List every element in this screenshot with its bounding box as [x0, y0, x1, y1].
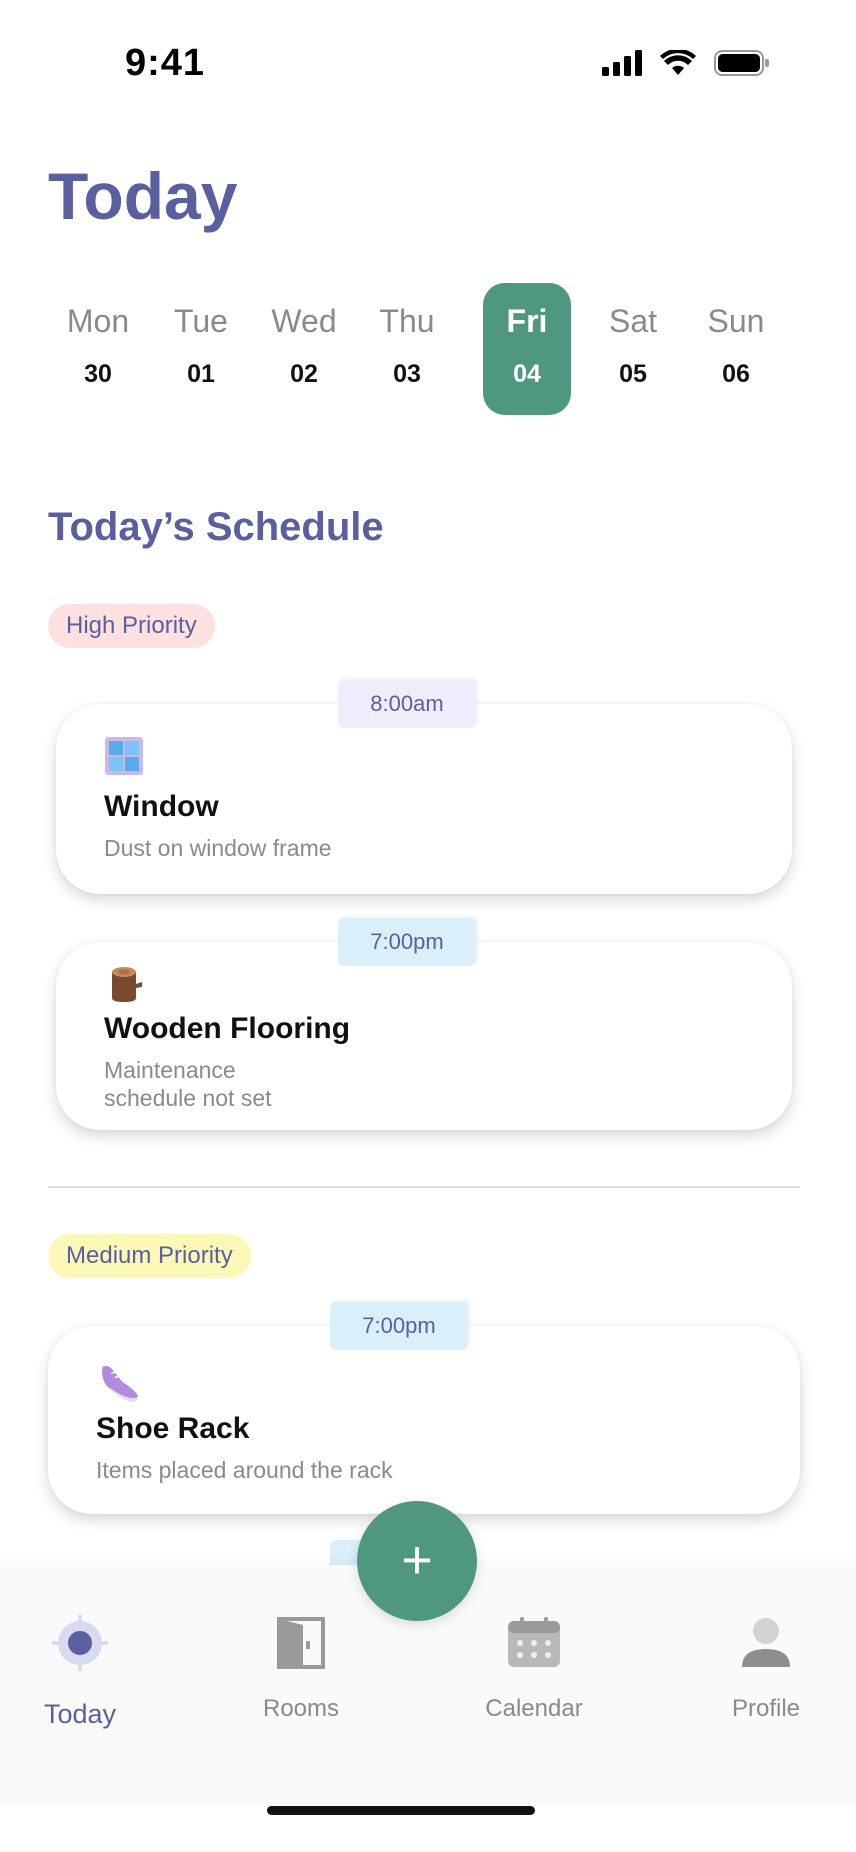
wifi-icon	[660, 50, 696, 75]
day-number: 05	[619, 360, 647, 388]
door-icon	[277, 1617, 325, 1669]
window-icon	[105, 737, 143, 775]
day-number: 03	[393, 360, 421, 388]
task-title: Wooden Flooring	[104, 1012, 351, 1045]
task-subtitle: Maintenance	[104, 1057, 236, 1083]
tab-profile[interactable]: Profile	[686, 1565, 846, 1765]
day-name: Wed	[271, 303, 337, 339]
day-mon[interactable]: Mon 30	[54, 283, 142, 415]
day-number: 06	[722, 360, 750, 388]
task-time-tag: 7:00pm	[338, 918, 476, 966]
cellular-signal-icon	[602, 50, 642, 76]
task-time-tag: 7:00pm	[330, 1302, 468, 1350]
day-number: 30	[84, 360, 112, 388]
tab-rooms[interactable]: Rooms	[221, 1565, 381, 1765]
task-title: Shoe Rack	[96, 1412, 250, 1445]
calendar-icon	[508, 1617, 560, 1667]
day-name: Thu	[379, 303, 435, 339]
task-time-tag: 8:00am	[338, 680, 476, 728]
high-priority-badge: High Priority	[48, 604, 215, 648]
day-number: 04	[513, 360, 541, 388]
day-fri-selected[interactable]: Fri 04	[483, 283, 571, 415]
task-card-shoe-rack[interactable]: Shoe Rack Items placed around the rack	[48, 1326, 800, 1514]
day-wed[interactable]: Wed 02	[260, 283, 348, 415]
add-task-button[interactable]: +	[357, 1501, 477, 1621]
status-time: 9:41	[125, 42, 206, 84]
tab-label: Rooms	[262, 1695, 340, 1722]
home-indicator	[267, 1806, 535, 1815]
person-icon	[742, 1618, 790, 1667]
day-name: Tue	[174, 303, 228, 339]
battery-icon	[714, 50, 769, 76]
day-tue[interactable]: Tue 01	[157, 283, 245, 415]
status-icons	[602, 50, 770, 76]
schedule-title: Today’s Schedule	[48, 505, 384, 549]
tab-label: Profile	[731, 1695, 801, 1722]
tab-calendar[interactable]: Calendar	[454, 1565, 614, 1765]
day-name: Mon	[66, 303, 130, 339]
task-subtitle: Items placed around the rack	[96, 1457, 393, 1483]
medium-priority-badge: Medium Priority	[48, 1234, 251, 1278]
task-card-window[interactable]: Window Dust on window frame	[56, 704, 792, 894]
day-name: Sun	[707, 303, 765, 339]
sneaker-icon	[102, 1366, 138, 1402]
page-title: Today	[48, 159, 238, 233]
day-number: 01	[187, 360, 215, 388]
task-subtitle: Dust on window frame	[104, 835, 332, 861]
log-icon	[112, 967, 142, 1002]
day-name: Sat	[608, 303, 658, 339]
week-strip: Mon 30 Tue 01 Wed 02 Thu 03 Fri 04 Sat 0…	[58, 283, 798, 415]
task-title: Window	[104, 790, 219, 823]
status-bar: 9:41	[0, 0, 856, 130]
day-sun[interactable]: Sun 06	[692, 283, 780, 415]
section-divider	[48, 1186, 800, 1188]
day-thu[interactable]: Thu 03	[363, 283, 451, 415]
day-sat[interactable]: Sat 05	[589, 283, 677, 415]
tab-label: Calendar	[485, 1695, 583, 1722]
target-icon	[52, 1615, 108, 1671]
day-number: 02	[290, 360, 318, 388]
tab-today[interactable]: Today	[0, 1565, 160, 1765]
task-card-wooden-flooring[interactable]: Wooden Flooring Maintenance schedule not…	[56, 942, 792, 1130]
task-subtitle: schedule not set	[104, 1085, 272, 1111]
tab-label: Today	[43, 1699, 117, 1729]
day-name: Fri	[506, 303, 548, 339]
